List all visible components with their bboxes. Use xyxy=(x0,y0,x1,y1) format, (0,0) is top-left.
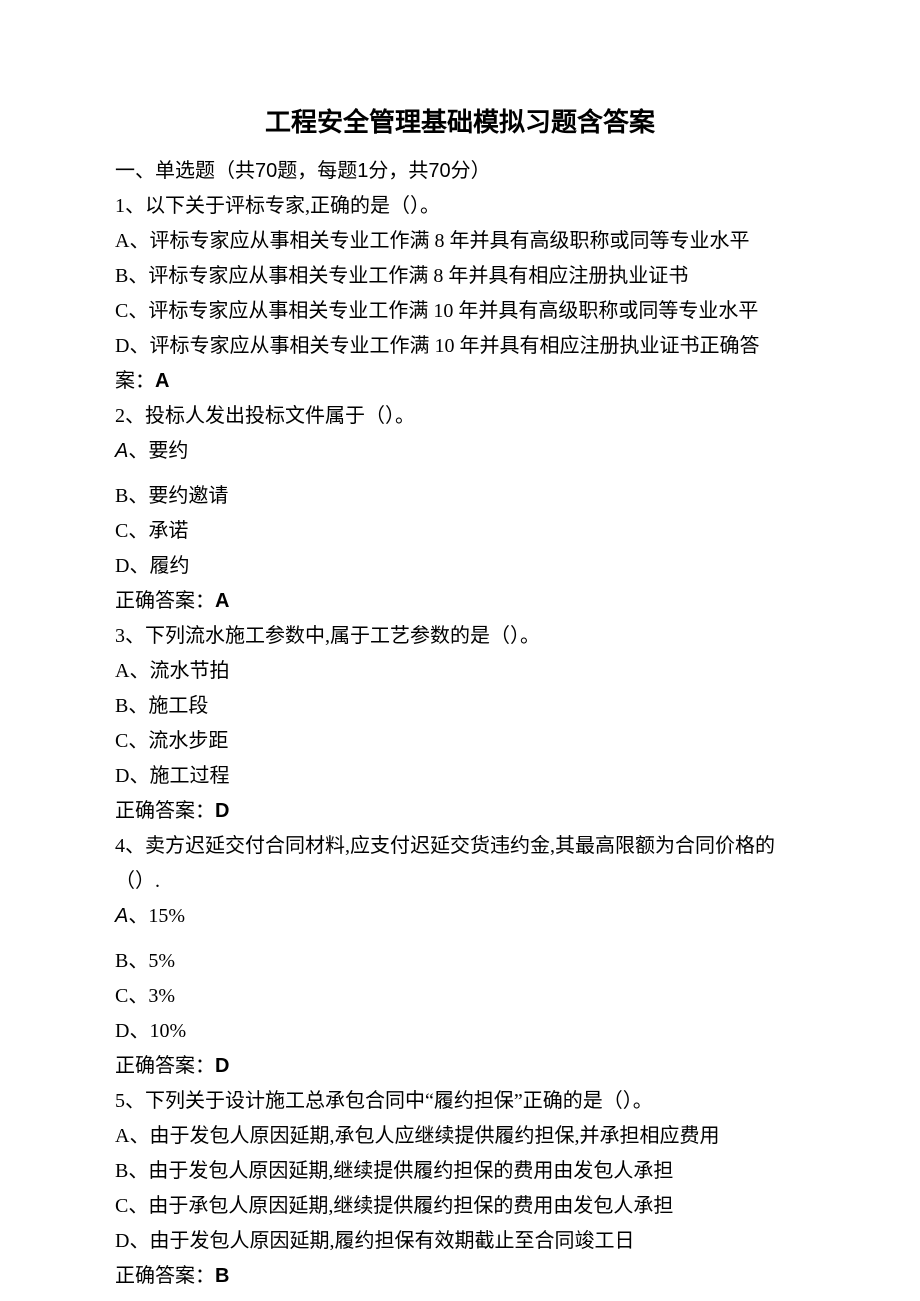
section-prefix: 一、单选题（共 xyxy=(115,160,255,182)
q5-option-b: B、由于发包人原因延期,继续提供履约担保的费用由发包人承担 xyxy=(115,1154,805,1189)
q1-option-a: A、评标专家应从事相关专业工作满 8 年并具有高级职称或同等专业水平 xyxy=(115,224,805,259)
q4-option-a-label: A xyxy=(115,905,128,927)
q2-option-a-label: A xyxy=(115,440,128,462)
q1-answer: 案：A xyxy=(115,364,805,399)
q1-answer-value: A xyxy=(155,370,169,392)
q2-answer: 正确答案：A xyxy=(115,584,805,619)
q4-option-b: B、5% xyxy=(115,944,805,979)
q1-answer-label: 案： xyxy=(115,370,155,392)
q5-option-c: C、由于承包人原因延期,继续提供履约担保的费用由发包人承担 xyxy=(115,1189,805,1224)
q3-answer: 正确答案：D xyxy=(115,794,805,829)
q2-option-d: D、履约 xyxy=(115,549,805,584)
q4-option-c: C、3% xyxy=(115,979,805,1014)
q5-answer-value: B xyxy=(215,1265,229,1287)
q3-option-d: D、施工过程 xyxy=(115,759,805,794)
q3-option-b: B、施工段 xyxy=(115,689,805,724)
q2-option-c: C、承诺 xyxy=(115,514,805,549)
q5-option-d: D、由于发包人原因延期,履约担保有效期截止至合同竣工日 xyxy=(115,1224,805,1259)
q4-answer-label: 正确答案： xyxy=(115,1055,215,1077)
section-mid1: 题，每题 xyxy=(277,160,357,182)
q2-answer-label: 正确答案： xyxy=(115,590,215,612)
q3-stem: 3、下列流水施工参数中,属于工艺参数的是（）。 xyxy=(115,619,805,654)
q4-option-a-text: 、15% xyxy=(128,905,185,927)
q3-answer-value: D xyxy=(215,800,229,822)
document-title: 工程安全管理基础模拟习题含答案 xyxy=(115,100,805,146)
q1-option-b: B、评标专家应从事相关专业工作满 8 年并具有相应注册执业证书 xyxy=(115,259,805,294)
q2-option-b: B、要约邀请 xyxy=(115,479,805,514)
q2-option-a-text: 、要约 xyxy=(128,440,188,462)
section-count1: 70 xyxy=(255,160,277,182)
q2-stem: 2、投标人发出投标文件属于（）。 xyxy=(115,399,805,434)
q5-stem: 5、下列关于设计施工总承包合同中“履约担保”正确的是（）。 xyxy=(115,1084,805,1119)
section-pts: 1 xyxy=(357,160,368,182)
q5-answer: 正确答案：B xyxy=(115,1259,805,1294)
q4-option-d: D、10% xyxy=(115,1014,805,1049)
q1-option-d: D、评标专家应从事相关专业工作满 10 年并具有相应注册执业证书正确答 xyxy=(115,329,805,364)
q4-option-a: A、15% xyxy=(115,899,805,934)
q1-option-c: C、评标专家应从事相关专业工作满 10 年并具有高级职称或同等专业水平 xyxy=(115,294,805,329)
q4-answer: 正确答案：D xyxy=(115,1049,805,1084)
section-mid2: 分，共 xyxy=(368,160,428,182)
q2-answer-value: A xyxy=(215,590,229,612)
section-suffix: 分） xyxy=(451,160,491,182)
section-heading: 一、单选题（共70题，每题1分，共70分） xyxy=(115,154,805,189)
q3-option-c: C、流水步距 xyxy=(115,724,805,759)
q4-stem: 4、卖方迟延交付合同材料,应支付迟延交货违约金,其最高限额为合同价格的（）. xyxy=(115,829,805,899)
q5-answer-label: 正确答案： xyxy=(115,1265,215,1287)
q1-stem: 1、以下关于评标专家,正确的是（）。 xyxy=(115,189,805,224)
q2-option-a: A、要约 xyxy=(115,434,805,469)
q5-option-a: A、由于发包人原因延期,承包人应继续提供履约担保,并承担相应费用 xyxy=(115,1119,805,1154)
section-total: 70 xyxy=(428,160,450,182)
q3-answer-label: 正确答案： xyxy=(115,800,215,822)
q4-answer-value: D xyxy=(215,1055,229,1077)
q3-option-a: A、流水节拍 xyxy=(115,654,805,689)
